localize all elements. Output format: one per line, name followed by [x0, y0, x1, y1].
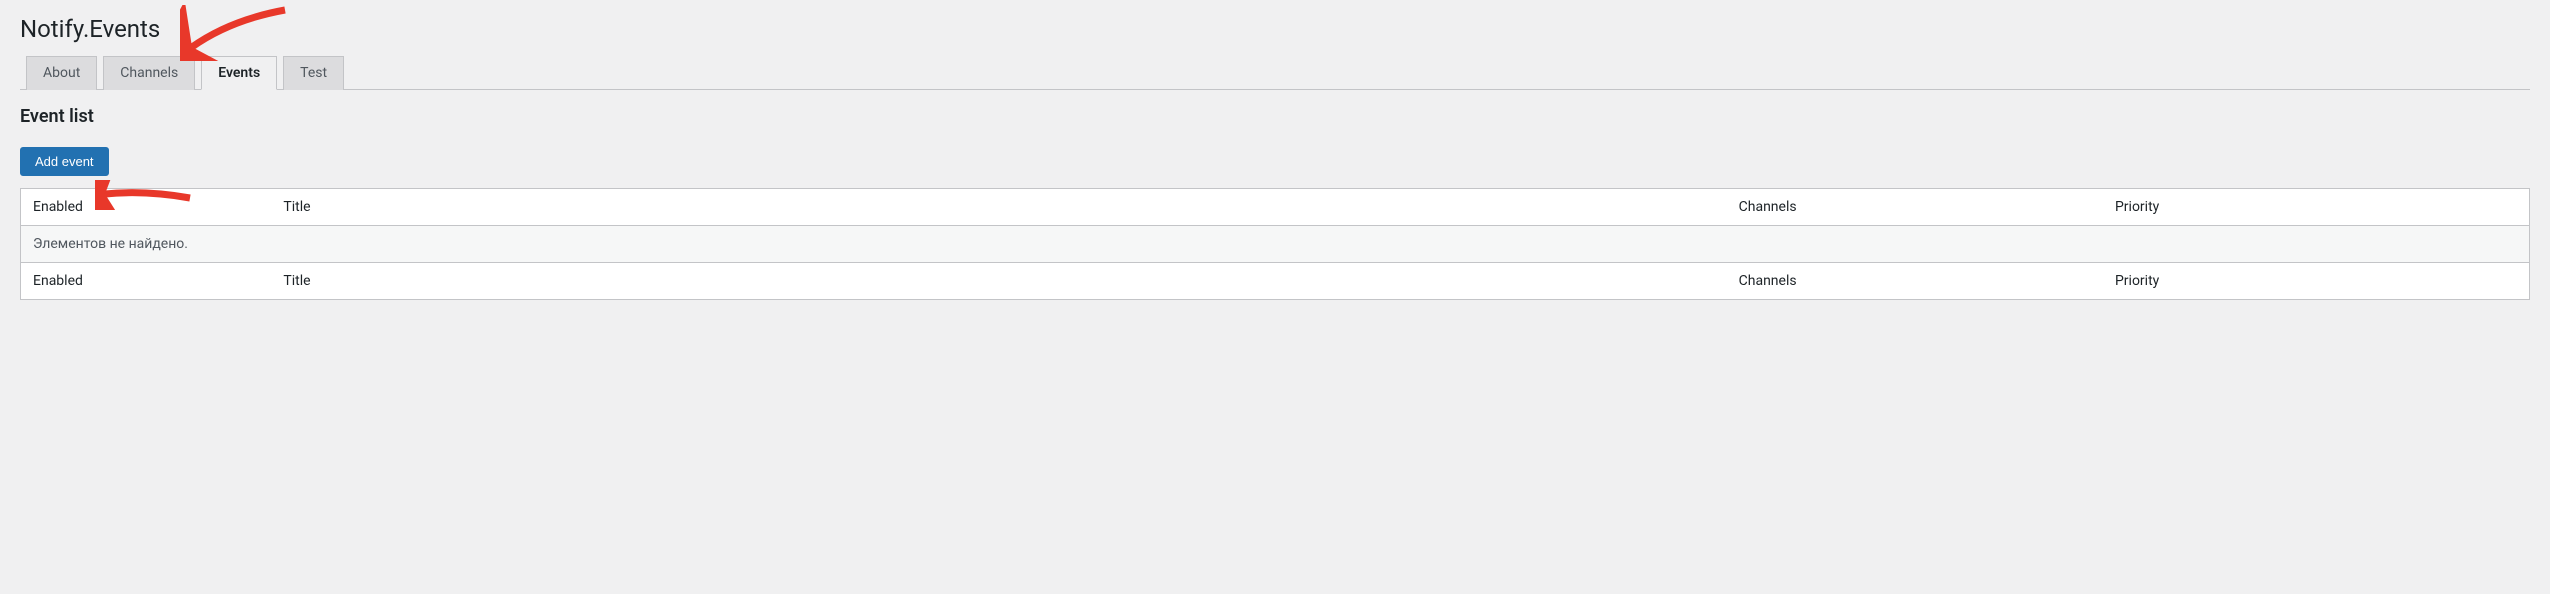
- section-title: Event list: [20, 106, 2530, 127]
- add-event-button[interactable]: Add event: [20, 147, 109, 176]
- tab-channels[interactable]: Channels: [103, 56, 195, 90]
- tab-test[interactable]: Test: [283, 56, 344, 90]
- th-enabled[interactable]: Enabled: [21, 189, 272, 226]
- tf-channels: Channels: [1727, 263, 2103, 300]
- tf-enabled: Enabled: [21, 263, 272, 300]
- event-table: Enabled Title Channels Priority Элементо…: [20, 188, 2530, 300]
- table-footer-row: Enabled Title Channels Priority: [21, 263, 2530, 300]
- tab-about[interactable]: About: [26, 56, 97, 90]
- tab-nav: About Channels Events Test: [20, 55, 2530, 90]
- empty-message: Элементов не найдено.: [21, 226, 2530, 263]
- th-priority[interactable]: Priority: [2103, 189, 2530, 226]
- page-title: Notify.Events: [20, 10, 2530, 43]
- table-empty-row: Элементов не найдено.: [21, 226, 2530, 263]
- table-header-row: Enabled Title Channels Priority: [21, 189, 2530, 226]
- tf-priority: Priority: [2103, 263, 2530, 300]
- th-channels[interactable]: Channels: [1727, 189, 2103, 226]
- tf-title: Title: [271, 263, 1726, 300]
- tab-events[interactable]: Events: [201, 56, 277, 90]
- th-title[interactable]: Title: [271, 189, 1726, 226]
